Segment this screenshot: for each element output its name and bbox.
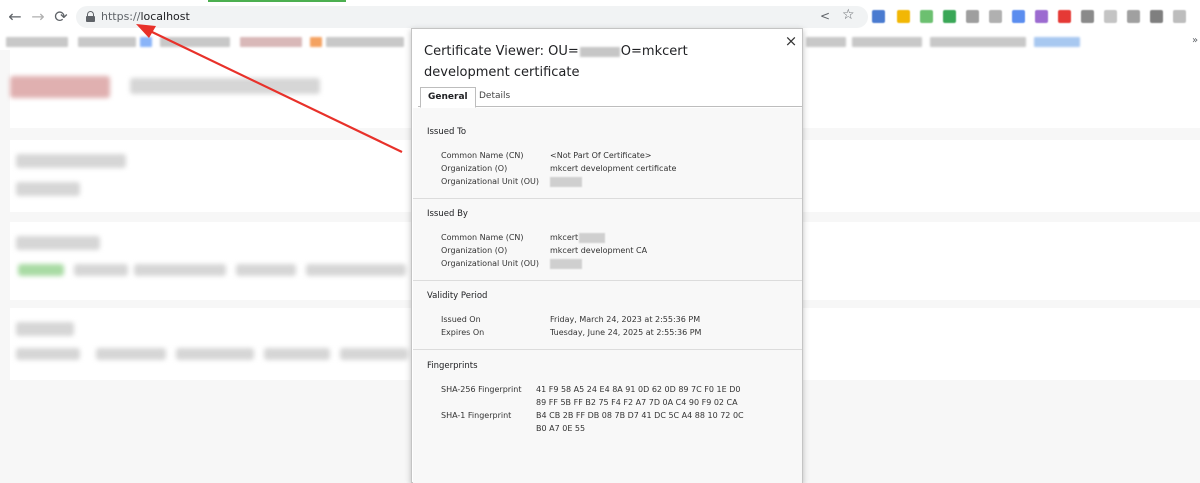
extension-icon[interactable] [1104,10,1117,23]
issued-to-heading: Issued To [427,127,467,137]
blurred-text [16,236,100,250]
sha256-value-line1: 41 F9 58 A5 24 E4 8A 91 0D 62 0D 89 7C F… [536,385,741,394]
issued-on-value: Friday, March 24, 2023 at 2:55:36 PM [550,315,701,324]
bookmark-item[interactable] [1034,37,1080,47]
issued-on-label: Issued On [441,315,481,324]
blurred-text [96,348,166,360]
issued-to-cn-label: Common Name (CN) [441,151,524,160]
blurred-text [306,264,406,276]
issued-by-o-label: Organization (O) [441,246,508,255]
redacted-ou [579,46,620,57]
sha256-label: SHA-256 Fingerprint [441,385,522,394]
blurred-text [16,182,80,196]
extension-icon[interactable] [872,10,885,23]
section-divider [413,280,802,281]
reload-icon[interactable]: ⟳ [52,8,70,26]
extension-icon[interactable] [1150,10,1163,23]
blurred-text [74,264,128,276]
expires-on-value: Tuesday, June 24, 2025 at 2:55:36 PM [550,328,702,337]
blurred-text [16,322,74,336]
bookmark-item[interactable] [6,37,68,47]
extension-icon[interactable] [1127,10,1140,23]
fingerprints-heading: Fingerprints [427,361,478,371]
bookmark-item[interactable] [140,37,152,47]
back-arrow-icon[interactable]: ← [6,8,24,26]
bookmark-item[interactable] [78,37,136,47]
blurred-text [264,348,330,360]
sha1-label: SHA-1 Fingerprint [441,411,512,420]
issued-to-o-label: Organization (O) [441,164,508,173]
bookmark-item[interactable] [852,37,922,47]
bookmark-item[interactable] [160,37,230,47]
sha256-value-line2: 89 FF 5B FF B2 75 F4 F2 A7 7D 0A C4 90 F… [536,398,738,407]
issued-by-heading: Issued By [427,209,468,219]
blurred-logo [10,76,110,98]
bookmark-item[interactable] [326,37,404,47]
issued-to-cn-value: <Not Part Of Certificate> [550,151,652,160]
more-bookmarks-icon[interactable]: » [1192,35,1198,46]
dialog-title: Certificate Viewer: OU= O=mkcert developm… [424,41,774,83]
certificate-viewer-dialog: × Certificate Viewer: OU= O=mkcert develo… [411,28,803,483]
blurred-text [176,348,254,360]
blurred-text [16,348,80,360]
blurred-text [340,348,408,360]
loading-indicator [208,0,346,2]
extension-icon[interactable] [1058,10,1071,23]
issued-by-o-value: mkcert development CA [550,246,648,255]
bookmark-item[interactable] [310,37,322,47]
sha1-value-line2: B0 A7 0E 55 [536,424,586,433]
blurred-text [134,264,226,276]
extension-icon[interactable] [943,10,956,23]
share-icon[interactable]: < [820,9,830,23]
issued-to-o-value: mkcert development certificate [550,164,677,173]
profile-avatar[interactable] [1173,10,1186,23]
issued-to-ou-label: Organizational Unit (OU) [441,177,540,186]
blurred-text [236,264,296,276]
extension-icon[interactable] [1035,10,1048,23]
bookmark-item[interactable] [806,37,846,47]
extension-icon[interactable] [989,10,1002,23]
url-scheme: https:// [101,10,141,23]
issued-by-cn-value: mkcert [550,232,606,243]
tab-bar: General Details [418,87,802,108]
extension-icon[interactable] [1081,10,1094,23]
close-icon[interactable]: × [783,33,799,49]
issued-by-ou-value [550,258,582,269]
sha1-value-line1: B4 CB 2B FF DB 08 7B D7 41 DC 5C A4 88 1… [536,411,744,420]
general-tab-content: Issued To Common Name (CN) <Not Part Of … [413,108,802,483]
tab-general[interactable]: General [420,87,476,108]
issued-by-cn-label: Common Name (CN) [441,233,524,242]
url-text[interactable]: https://localhost [101,10,190,24]
bookmark-star-icon[interactable]: ☆ [842,7,855,23]
forward-arrow-icon[interactable]: → [29,8,47,26]
extension-icon[interactable] [897,10,910,23]
issued-to-ou-value [550,176,582,187]
section-divider [413,349,802,350]
address-bar[interactable]: https://localhost < ☆ [76,6,868,28]
tab-details[interactable]: Details [472,87,517,108]
expires-on-label: Expires On [441,328,485,337]
validity-heading: Validity Period [427,291,488,301]
title-prefix: Certificate Viewer: OU= [424,44,579,59]
bookmark-item[interactable] [930,37,1026,47]
section-divider [413,198,802,199]
extension-icon[interactable] [1012,10,1025,23]
lock-icon[interactable] [86,11,95,22]
blurred-text [16,154,126,168]
extension-icon[interactable] [920,10,933,23]
url-host: localhost [140,10,190,23]
bookmark-item[interactable] [240,37,302,47]
blurred-badge [18,264,64,276]
blurred-heading [130,78,320,94]
extension-icon[interactable] [966,10,979,23]
issued-by-ou-label: Organizational Unit (OU) [441,259,540,268]
